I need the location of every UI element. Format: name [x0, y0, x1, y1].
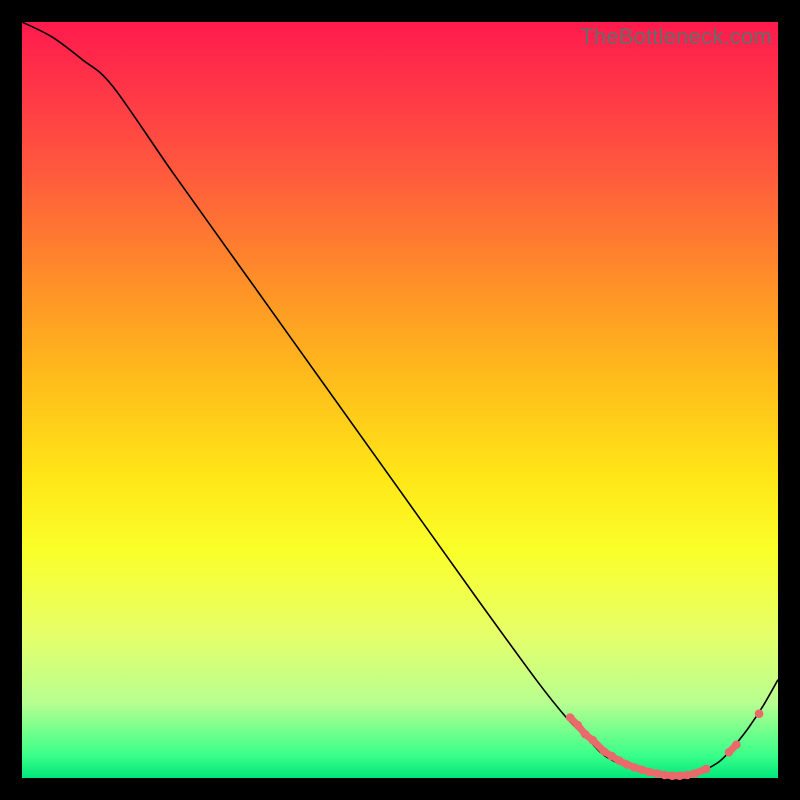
- bottleneck-curve: [22, 22, 778, 776]
- curve-marker: [573, 721, 582, 730]
- curve-marker: [566, 713, 575, 722]
- curve-marker: [615, 756, 624, 765]
- curve-marker: [683, 771, 692, 780]
- curve-marker: [732, 740, 741, 749]
- curve-marker: [653, 769, 662, 778]
- curve-marker: [691, 769, 700, 778]
- curve-markers: [566, 709, 764, 780]
- curve-marker: [589, 736, 598, 745]
- curve-marker: [675, 771, 684, 780]
- chart-frame: TheBottleneck.com: [22, 22, 778, 778]
- curve-marker: [660, 771, 669, 780]
- curve-marker: [645, 768, 654, 777]
- curve-marker: [725, 748, 734, 757]
- curve-marker: [581, 730, 590, 739]
- curve-marker: [638, 765, 647, 774]
- curve-marker: [668, 771, 677, 780]
- curve-marker: [630, 763, 639, 772]
- curve-marker: [607, 752, 616, 761]
- curve-marker: [702, 765, 711, 774]
- curve-marker: [755, 709, 764, 718]
- chart-svg: [22, 22, 778, 778]
- curve-marker: [600, 747, 609, 756]
- curve-marker: [623, 760, 632, 769]
